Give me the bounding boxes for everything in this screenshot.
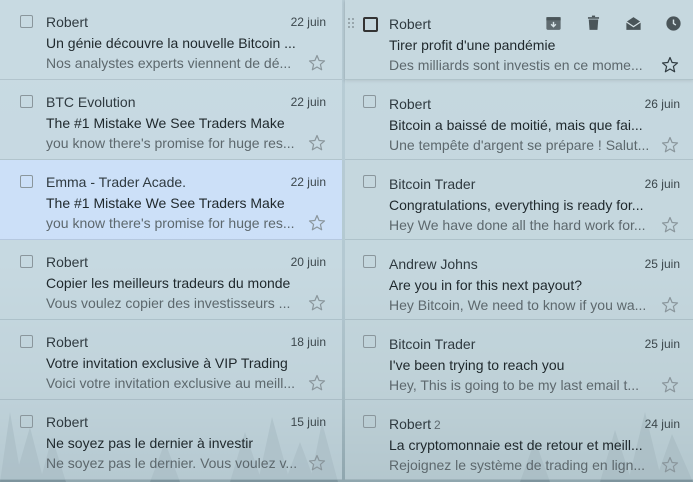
email-subject: The #1 Mistake We See Traders Make [46,195,285,211]
email-row[interactable]: Bitcoin Trader 25 juin I've been trying … [345,320,693,400]
star-icon[interactable] [661,216,679,234]
email-row[interactable]: Robert 15 juin Ne soyez pas le dernier à… [0,400,342,480]
email-row[interactable]: Robert 2 24 juin La cryptomonnaie est de … [345,400,693,480]
star-icon[interactable] [308,134,326,152]
email-snippet: Hey, This is going to be my last email t… [389,377,640,393]
email-snippet: Vous voulez copier des investisseurs ... [46,295,291,311]
star-icon[interactable] [661,296,679,314]
star-icon[interactable] [661,136,679,154]
email-date: 15 juin [290,415,326,429]
email-snippet: Hey We have done all the hard work for..… [389,217,646,233]
select-checkbox[interactable] [20,335,33,348]
delete-icon[interactable] [584,14,603,33]
email-subject: Tirer profit d'une pandémie [389,37,556,53]
select-checkbox[interactable] [363,335,376,348]
email-date: 22 juin [290,95,326,109]
star-icon[interactable] [308,454,326,472]
email-row[interactable]: BTC Evolution 22 juin The #1 Mistake We … [0,80,342,160]
sender-name: Robert [46,414,89,430]
email-date: 26 juin [644,97,680,111]
email-subject: Copier les meilleurs tradeurs du monde [46,275,291,291]
sender-name: Andrew Johns [389,256,478,272]
star-icon[interactable] [661,56,679,74]
star-icon[interactable] [661,456,679,474]
email-row[interactable]: Robert 18 juin Votre invitation exclusiv… [0,320,342,400]
email-subject: Are you in for this next payout? [389,277,582,293]
email-date: 18 juin [290,335,326,349]
select-checkbox[interactable] [363,17,378,32]
select-checkbox[interactable] [20,415,33,428]
email-subject: Votre invitation exclusive à VIP Trading [46,355,288,371]
email-snippet: Des milliards sont investis en ce mome..… [389,57,643,73]
star-icon[interactable] [308,374,326,392]
select-checkbox[interactable] [20,255,33,268]
select-checkbox[interactable] [363,415,376,428]
email-subject: The #1 Mistake We See Traders Make [46,115,285,131]
row-hover-actions [544,14,683,33]
email-row[interactable]: Andrew Johns 25 juin Are you in for this… [345,240,693,320]
sender-name: Robert [389,16,432,32]
email-subject: I've been trying to reach you [389,357,565,373]
email-row[interactable]: Robert Tirer profit d'une pandémie Des m… [345,0,693,80]
email-snippet: Une tempête d'argent se prépare ! Salut.… [389,137,650,153]
email-list-right: Robert Tirer profit d'une pandémie Des m… [345,0,693,480]
sender-name: Robert [46,334,89,350]
email-date: 24 juin [644,417,680,431]
star-icon[interactable] [308,54,326,72]
email-subject: Un génie découvre la nouvelle Bitcoin ..… [46,35,296,51]
email-row[interactable]: Robert 20 juin Copier les meilleurs trad… [0,240,342,320]
select-checkbox[interactable] [20,175,33,188]
sender-name: BTC Evolution [46,94,136,110]
select-checkbox[interactable] [363,95,376,108]
drag-handle-icon[interactable] [348,18,356,30]
email-subject: Congratulations, everything is ready for… [389,197,644,213]
thread-count: 2 [434,418,441,432]
email-date: 22 juin [290,175,326,189]
sender-name: Bitcoin Trader [389,176,476,192]
email-snippet: Hey Bitcoin, We need to know if you wa..… [389,297,647,313]
email-list-left: Robert 22 juin Un génie découvre la nouv… [0,0,342,480]
email-snippet: Nos analystes experts viennent de dé... [46,55,292,71]
email-date: 25 juin [644,257,680,271]
email-snippet: you know there's promise for huge res... [46,135,295,151]
email-snippet: Ne soyez pas le dernier. Vous voulez v..… [46,455,298,471]
star-icon[interactable] [308,294,326,312]
star-icon[interactable] [308,214,326,232]
email-subject: Bitcoin a baissé de moitié, mais que fai… [389,117,643,133]
sender-name: Bitcoin Trader [389,336,476,352]
select-checkbox[interactable] [20,15,33,28]
sender-name: Emma - Trader Acade. [46,174,187,190]
archive-icon[interactable] [544,14,563,33]
email-date: 26 juin [644,177,680,191]
email-row[interactable]: Robert 26 juin Bitcoin a baissé de moiti… [345,80,693,160]
email-row[interactable]: Emma - Trader Acade. 22 juin The #1 Mist… [0,160,342,240]
email-date: 22 juin [290,15,326,29]
sender-name: Robert [46,14,89,30]
select-checkbox[interactable] [20,95,33,108]
sender-name: Robert [46,254,89,270]
email-subject: Ne soyez pas le dernier à investir [46,435,253,451]
select-checkbox[interactable] [363,255,376,268]
email-row[interactable]: Bitcoin Trader 26 juin Congratulations, … [345,160,693,240]
email-date: 25 juin [644,337,680,351]
mark-as-read-icon[interactable] [624,14,643,33]
star-icon[interactable] [661,376,679,394]
email-snippet: Rejoignez le système de trading en lign.… [389,457,646,473]
email-date: 20 juin [290,255,326,269]
snooze-icon[interactable] [664,14,683,33]
email-snippet: Voici votre invitation exclusive au meil… [46,375,295,391]
select-checkbox[interactable] [363,175,376,188]
email-subject: La cryptomonnaie est de retour et meill.… [389,437,643,453]
sender-name: Robert 2 [389,416,441,432]
email-snippet: you know there's promise for huge res... [46,215,295,231]
email-row[interactable]: Robert 22 juin Un génie découvre la nouv… [0,0,342,80]
sender-name: Robert [389,96,432,112]
